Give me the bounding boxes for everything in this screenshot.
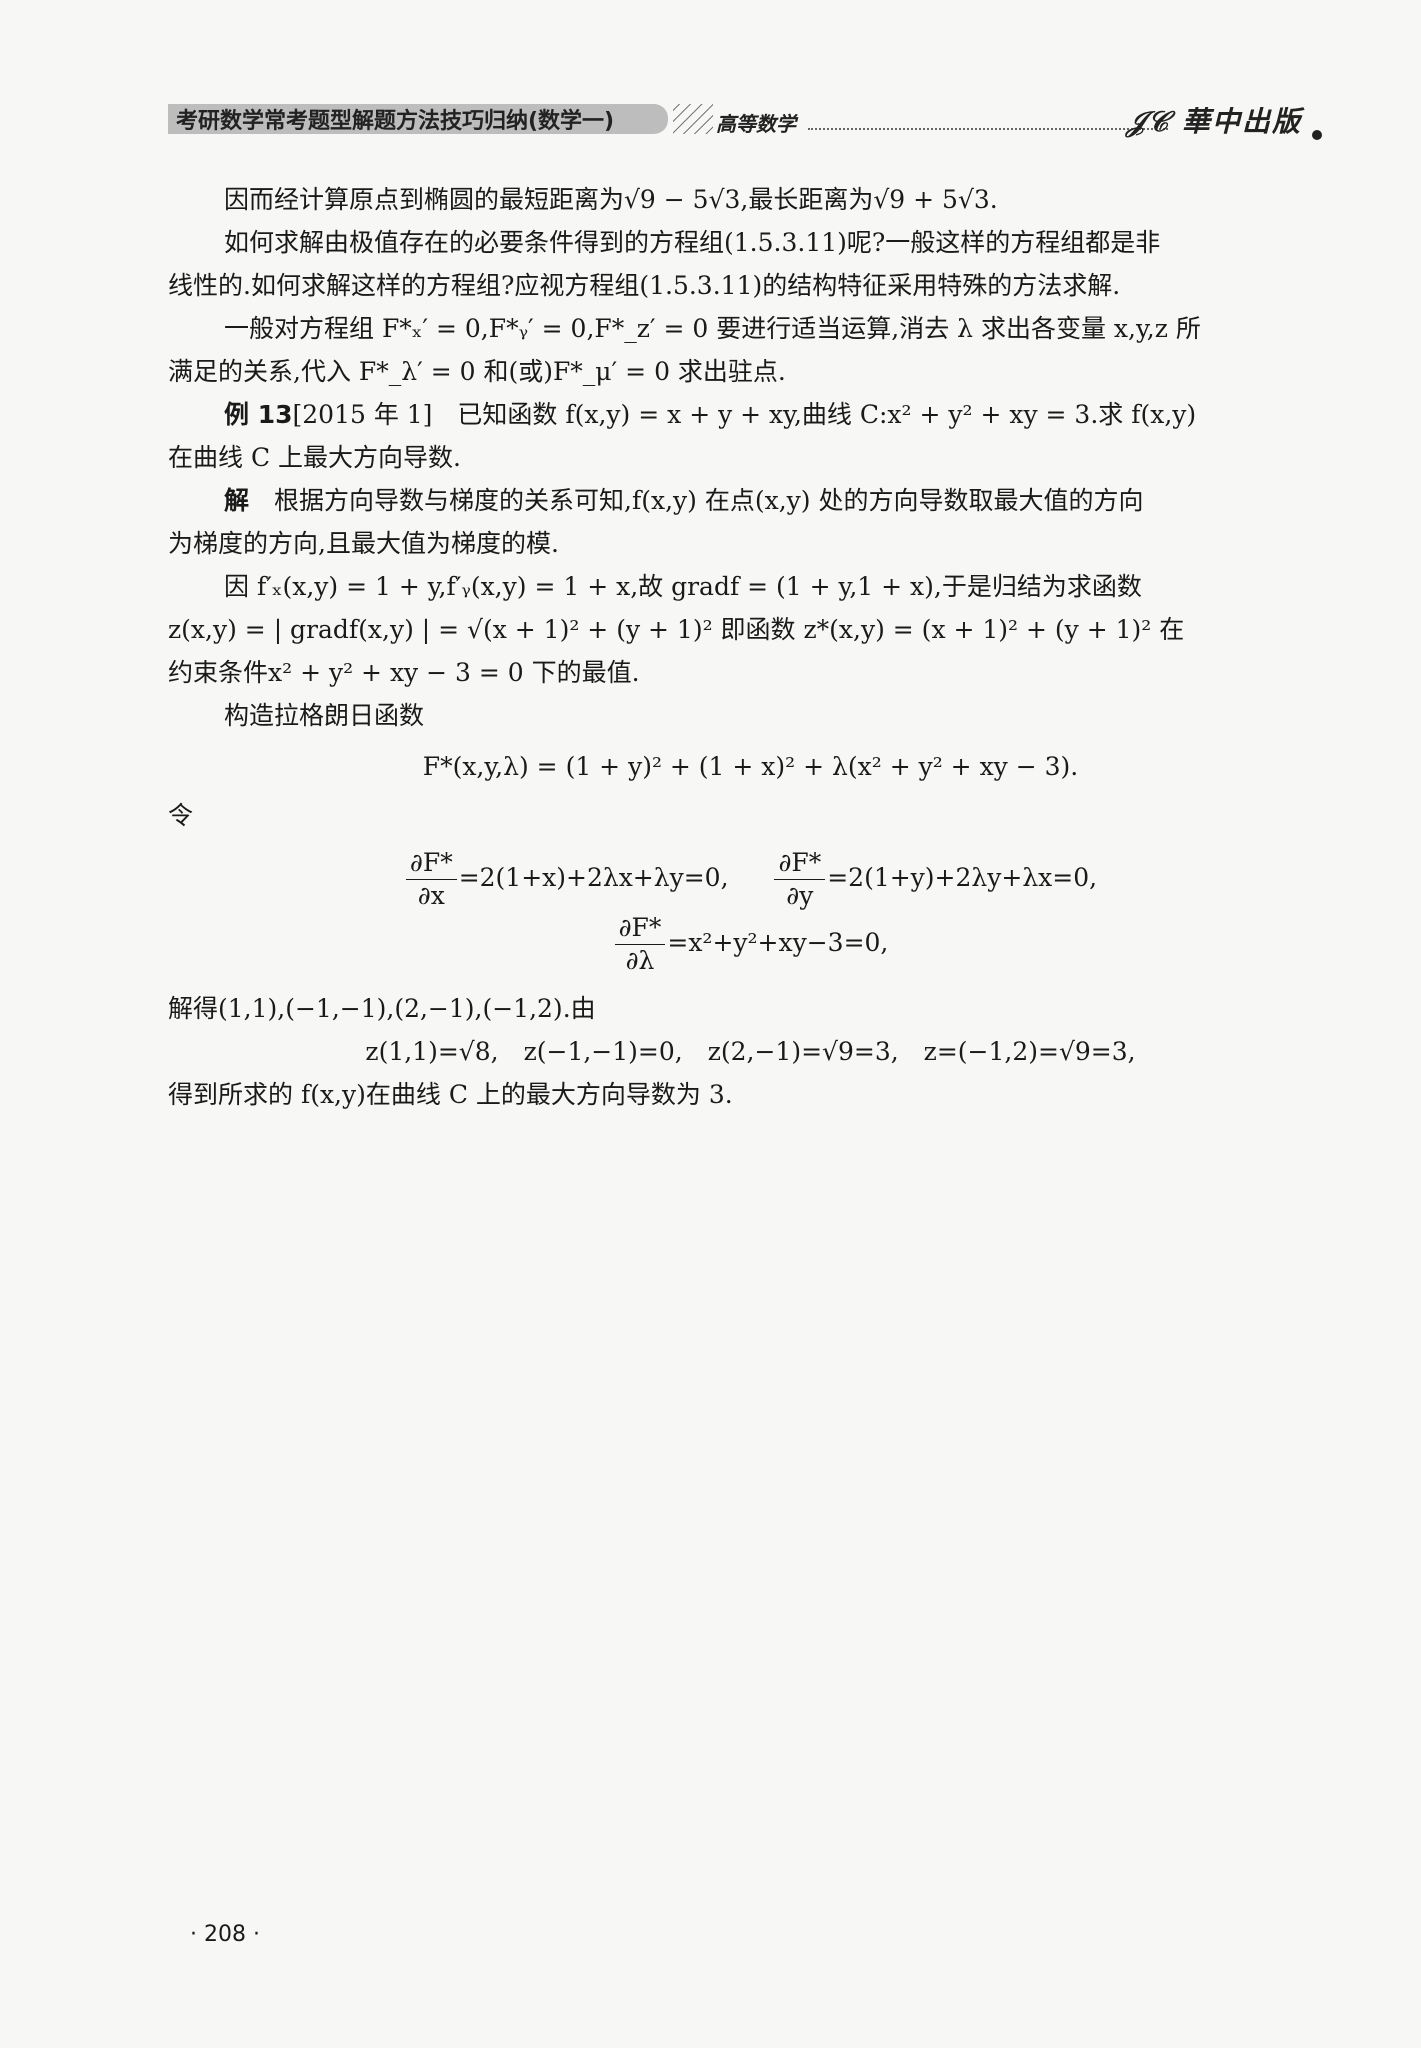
text-line-1: 因而经计算原点到椭圆的最短距离为√9 − 5√3,最长距离为√9 + 5√3.: [224, 185, 998, 214]
solution-line-1: 解 根据方向导数与梯度的关系可知,f(x,y) 在点(x,y) 处的方向导数取最…: [168, 479, 1333, 522]
equation-row-2: ∂F* ∂λ =x²+y²+xy−3=0,: [168, 912, 1333, 977]
solution-points: 解得(1,1),(−1,−1),(2,−1),(−1,2).由: [168, 994, 596, 1023]
partial-derivative-equations: ∂F* ∂x =2(1+x)+2λx+λy=0, ∂F* ∂y =2(1+y)+…: [168, 847, 1333, 977]
example-line-1: 例 13[2015 年 1] 已知函数 f(x,y) = x + y + xy,…: [168, 393, 1333, 436]
solution-label: 解: [224, 486, 250, 515]
fraction-dFdx: ∂F* ∂x: [405, 847, 457, 912]
example-text: [2015 年 1] 已知函数 f(x,y) = x + y + xy,曲线 C…: [292, 400, 1197, 429]
text-line-3: 线性的.如何求解这样的方程组?应视方程组(1.5.3.11)的结构特征采用特殊的…: [168, 271, 1121, 300]
solution-line-2: 为梯度的方向,且最大值为梯度的模.: [168, 529, 559, 558]
lagrange-equation: F*(x,y,λ) = (1 + y)² + (1 + x)² + λ(x² +…: [422, 752, 1079, 781]
solution-line-4: z(x,y) = | gradf(x,y) | = √(x + 1)² + (y…: [168, 615, 1185, 644]
conclusion: 得到所求的 f(x,y)在曲线 C 上的最大方向导数为 3.: [168, 1080, 733, 1109]
text-line-5: 满足的关系,代入 F*_λ′ = 0 和(或)F*_μ′ = 0 求出驻点.: [168, 357, 786, 386]
fraction-dFdlambda: ∂F* ∂λ: [614, 912, 666, 977]
text-line-2: 如何求解由极值存在的必要条件得到的方程组(1.5.3.11)呢?一般这样的方程组…: [224, 228, 1161, 257]
solution-text: 根据方向导数与梯度的关系可知,f(x,y) 在点(x,y) 处的方向导数取最大值…: [274, 486, 1144, 515]
solution-line-3: 因 f′ₓ(x,y) = 1 + y,f′ᵧ(x,y) = 1 + x,故 gr…: [224, 572, 1142, 601]
example-line-2: 在曲线 C 上最大方向导数.: [168, 443, 461, 472]
equation-dFdy: =2(1+y)+2λy+λx=0,: [827, 863, 1098, 892]
let-word: 令: [168, 801, 194, 830]
text-line-4: 一般对方程组 F*ₓ′ = 0,F*ᵧ′ = 0,F*_z′ = 0 要进行适当…: [224, 314, 1201, 343]
fraction-dFdy: ∂F* ∂y: [774, 847, 826, 912]
header-bullet: [1312, 130, 1322, 140]
book-title: 考研数学常考题型解题方法技巧归纳(数学一): [168, 104, 668, 134]
equation-row-1: ∂F* ∂x =2(1+x)+2λx+λy=0, ∂F* ∂y =2(1+y)+…: [168, 847, 1333, 912]
solution-line-6: 构造拉格朗日函数: [224, 701, 425, 730]
header-dotted-rule: [808, 128, 1168, 130]
page-body: 因而经计算原点到椭圆的最短距离为√9 − 5√3,最长距离为√9 + 5√3. …: [168, 178, 1333, 1116]
equation-dFdlambda: =x²+y²+xy−3=0,: [667, 928, 889, 957]
section-title: 高等数学: [716, 112, 796, 136]
header-decoration: [673, 104, 713, 134]
z-values: z(1,1)=√8, z(−1,−1)=0, z(2,−1)=√9=3, z=(…: [365, 1037, 1136, 1066]
running-header: 考研数学常考题型解题方法技巧归纳(数学一) 高等数学 𝒥𝒞 華中出版: [168, 100, 1328, 142]
example-label: 例 13: [224, 400, 293, 429]
publisher-logo: 𝒥𝒞 華中出版: [1126, 105, 1302, 138]
page-number: · 208 ·: [190, 1922, 260, 1947]
equation-dFdx: =2(1+x)+2λx+λy=0,: [458, 863, 729, 892]
solution-line-5: 约束条件x² + y² + xy − 3 = 0 下的最值.: [168, 658, 640, 687]
